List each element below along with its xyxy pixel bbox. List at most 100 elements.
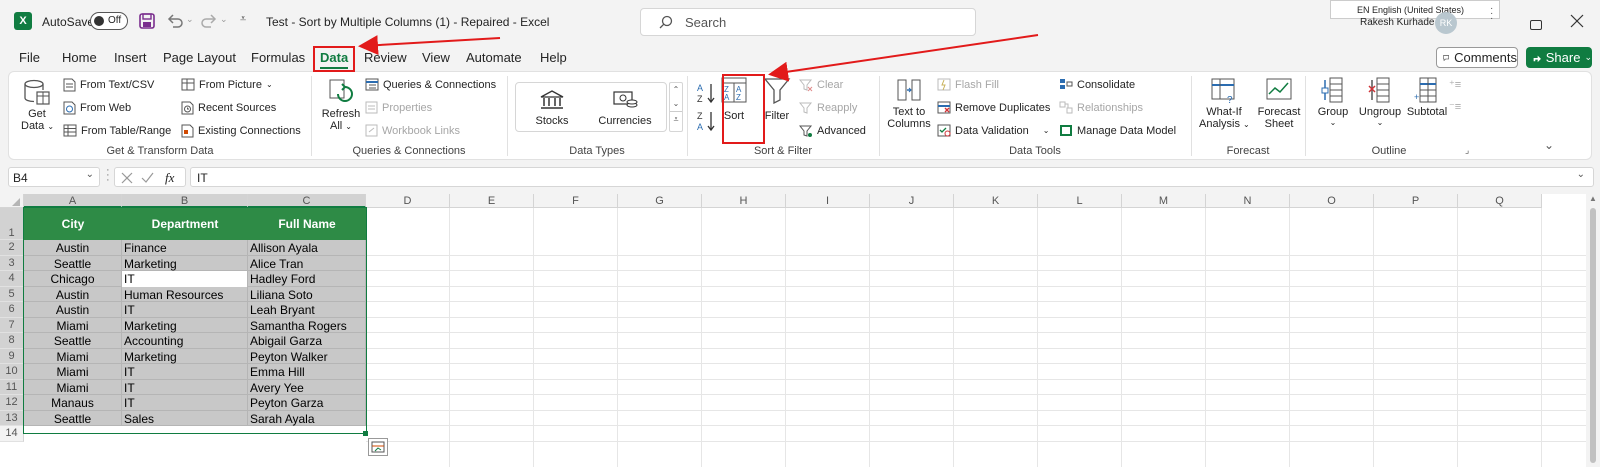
header-department[interactable]: Department — [122, 216, 248, 232]
table-cell[interactable]: Peyton Walker — [248, 348, 366, 364]
table-cell[interactable]: Seattle — [24, 255, 122, 271]
grid-line — [366, 378, 1586, 380]
table-cell[interactable]: Marketing — [122, 317, 248, 333]
fill-handle[interactable] — [363, 431, 368, 436]
table-cell[interactable]: Sarah Ayala — [248, 410, 366, 426]
row-header-10[interactable]: 10 — [0, 364, 24, 380]
column-header-e[interactable]: E — [450, 194, 534, 208]
row-header-9[interactable]: 9 — [0, 348, 24, 364]
column-header-i[interactable]: I — [786, 194, 870, 208]
column-header-p[interactable]: P — [1374, 194, 1458, 208]
table-cell[interactable]: Finance — [122, 240, 248, 256]
column-header-o[interactable]: O — [1290, 194, 1374, 208]
table-cell[interactable]: Hadley Ford — [248, 271, 366, 287]
table-cell[interactable]: Allison Ayala — [248, 240, 366, 256]
table-cell[interactable]: Leah Bryant — [248, 302, 366, 318]
column-header-h[interactable]: H — [702, 194, 786, 208]
grid-line — [366, 270, 1586, 271]
insert-function-icon[interactable]: fx — [165, 170, 174, 186]
table-cell[interactable]: Austin — [24, 240, 122, 256]
table-cell[interactable]: Alice Tran — [248, 255, 366, 271]
active-cell[interactable]: IT — [122, 271, 248, 287]
table-cell[interactable]: Marketing — [122, 348, 248, 364]
formula-controls: fx — [114, 167, 186, 187]
header-full-name[interactable]: Full Name — [248, 216, 366, 232]
table-cell[interactable]: Miami — [24, 317, 122, 333]
row-header-12[interactable]: 12 — [0, 395, 24, 411]
arrow-to-data-tab — [358, 35, 501, 56]
column-header-f[interactable]: F — [534, 194, 618, 208]
column-header-d[interactable]: D — [366, 194, 450, 208]
confirm-entry-icon[interactable] — [141, 172, 154, 184]
table-cell[interactable]: Accounting — [122, 333, 248, 349]
table-cell[interactable]: Miami — [24, 379, 122, 395]
row-header-14[interactable]: 14 — [0, 426, 24, 442]
grid-line — [366, 332, 1586, 333]
table-cell[interactable]: Austin — [24, 302, 122, 318]
table-cell[interactable]: IT — [122, 364, 248, 380]
table-cell[interactable]: Human Resources — [122, 286, 248, 302]
row-header-8[interactable]: 8 — [0, 333, 24, 349]
row-header-5[interactable]: 5 — [0, 286, 24, 302]
grid-line — [1205, 208, 1206, 467]
worksheet[interactable]: ABCDEFGHIJKLMNOPQ 1 2 3 4 5 6 7 8 9 10 11 12 13 14 Ci… — [0, 194, 1600, 467]
table-cell[interactable]: IT — [122, 302, 248, 318]
grid-line — [366, 316, 1586, 318]
grid-line — [1289, 208, 1290, 467]
grid-line — [701, 208, 702, 467]
table-cell[interactable]: Liliana Soto — [248, 286, 366, 302]
cancel-entry-icon[interactable] — [121, 172, 133, 184]
column-header-l[interactable]: L — [1038, 194, 1122, 208]
row-header-13[interactable]: 13 — [0, 410, 24, 426]
column-header-g[interactable]: G — [618, 194, 702, 208]
row-header-6[interactable]: 6 — [0, 302, 24, 318]
column-header-b[interactable]: B — [122, 194, 248, 208]
name-box-value: B4 — [13, 171, 28, 185]
grid-line — [366, 440, 1586, 442]
row-header-11[interactable]: 11 — [0, 379, 24, 395]
table-cell[interactable]: Austin — [24, 286, 122, 302]
row-header-4[interactable]: 4 — [0, 271, 24, 287]
vertical-scrollbar[interactable]: ▲ — [1586, 194, 1600, 467]
scroll-up-icon[interactable]: ▲ — [1586, 194, 1600, 203]
grid-line — [785, 208, 786, 467]
column-header-c[interactable]: C — [248, 194, 366, 208]
table-cell[interactable]: IT — [122, 379, 248, 395]
table-cell[interactable]: Seattle — [24, 333, 122, 349]
select-all-corner[interactable] — [0, 194, 24, 208]
scrollbar-thumb[interactable] — [1590, 208, 1596, 463]
expand-formula-bar-icon[interactable]: ⌄ — [1577, 169, 1585, 180]
row-header-7[interactable]: 7 — [0, 317, 24, 333]
table-cell[interactable]: Sales — [122, 410, 248, 426]
table-cell[interactable]: Seattle — [24, 410, 122, 426]
quick-analysis-icon[interactable] — [368, 438, 388, 456]
table-cell[interactable]: Emma Hill — [248, 364, 366, 380]
column-header-m[interactable]: M — [1122, 194, 1206, 208]
formula-bar: B4 ⌄ · · · fx IT ⌄ — [0, 165, 1600, 194]
column-header-a[interactable]: A — [24, 194, 122, 208]
column-header-j[interactable]: J — [870, 194, 954, 208]
table-cell[interactable]: Miami — [24, 364, 122, 380]
table-cell[interactable]: Abigail Garza — [248, 333, 366, 349]
row-header-1[interactable]: 1 — [0, 208, 24, 240]
table-cell[interactable]: Miami — [24, 348, 122, 364]
grid-line — [1373, 208, 1374, 467]
table-cell[interactable]: Avery Yee — [248, 379, 366, 395]
table-cell[interactable]: IT — [122, 395, 248, 411]
table-cell[interactable]: Marketing — [122, 255, 248, 271]
header-city[interactable]: City — [24, 216, 122, 232]
formula-input[interactable]: IT ⌄ — [190, 167, 1594, 187]
name-box[interactable]: B4 ⌄ — [8, 167, 100, 187]
column-header-n[interactable]: N — [1206, 194, 1290, 208]
column-header-q[interactable]: Q — [1458, 194, 1542, 208]
row-header-2[interactable]: 2 — [0, 240, 24, 256]
table-cell[interactable]: Peyton Garza — [248, 395, 366, 411]
chevron-down-icon[interactable]: ⌄ — [86, 169, 94, 180]
table-cell[interactable]: Chicago — [24, 271, 122, 287]
row-header-3[interactable]: 3 — [0, 255, 24, 271]
grid-line — [366, 425, 1586, 426]
table-cell[interactable]: Manaus — [24, 395, 122, 411]
grid-line — [869, 208, 870, 467]
column-header-k[interactable]: K — [954, 194, 1038, 208]
table-cell[interactable]: Samantha Rogers — [248, 317, 366, 333]
